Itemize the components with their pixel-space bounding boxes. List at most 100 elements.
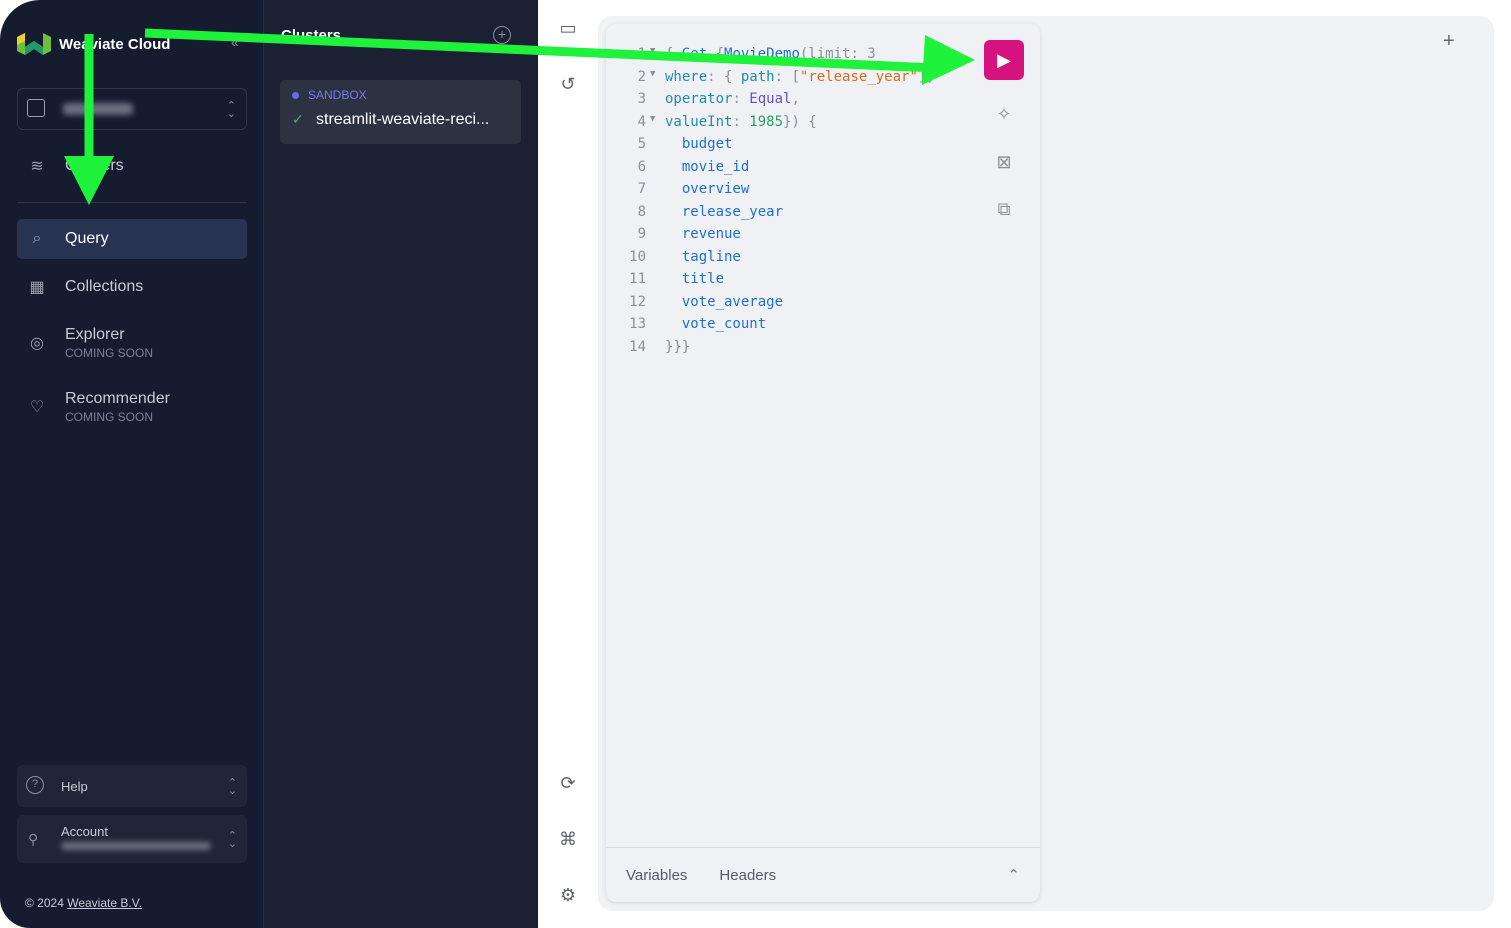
refresh-icon[interactable]: ⟳ <box>557 773 579 795</box>
query-editor[interactable]: 1 ▼{ Get {MovieDemo (limit: 3 2 ▼ where: { pa… <box>606 24 1040 902</box>
code-line: 11 title <box>606 271 935 294</box>
code-token: : { <box>707 68 741 85</box>
line-number: 3 <box>637 91 646 107</box>
code-token: revenue <box>665 226 741 242</box>
code-token: : <box>732 91 750 107</box>
merge-icon[interactable]: ⊠ <box>992 152 1016 176</box>
help-menu[interactable]: ? Help ⌃ ⌄ <box>17 765 247 807</box>
document-icon[interactable]: ▭ <box>557 18 579 40</box>
clusters-panel: Clusters + SANDBOX ✓ streamlit-weaviate-… <box>264 0 538 928</box>
divider <box>17 202 247 203</box>
fold-arrow-icon[interactable]: ▼ <box>650 46 659 69</box>
help-icon: ? <box>26 776 44 794</box>
code-token: budget <box>665 136 733 152</box>
fold-arrow-icon[interactable]: ▼ <box>650 114 659 137</box>
sidebar-item-clusters[interactable]: ≋ Clusters <box>17 146 247 186</box>
weaviate-logo-icon <box>17 33 51 55</box>
line-number: 5 <box>637 136 646 152</box>
line-number: 13 <box>629 316 646 332</box>
code-line: 13 vote_count <box>606 316 935 339</box>
code-token: vote_average <box>665 293 784 310</box>
tab-variables[interactable]: Variables <box>626 867 687 884</box>
organization-selector[interactable]: ⌃ ⌄ <box>17 88 247 130</box>
prettify-icon[interactable]: ✧ <box>992 104 1016 128</box>
code-token: path <box>740 68 775 85</box>
code-token: , <box>791 91 800 107</box>
check-icon: ✓ <box>292 111 304 127</box>
code-token: : [ <box>774 68 800 85</box>
footer: © 2024 Weaviate B.V. <box>25 896 142 910</box>
code-token: Get <box>681 46 716 62</box>
query-scan-icon: ⌕ <box>32 230 42 247</box>
table-icon: ▦ <box>29 279 45 296</box>
line-number: 11 <box>629 271 646 287</box>
code-line: 12 vote_average <box>606 294 935 317</box>
line-number: 14 <box>629 338 646 355</box>
line-number: 7 <box>637 181 646 197</box>
cluster-tier: SANDBOX <box>308 88 367 102</box>
lightbulb-icon: ♡ <box>29 399 45 416</box>
command-icon[interactable]: ⌘ <box>557 829 579 851</box>
server-icon <box>27 99 45 117</box>
code-token: }) { <box>783 113 817 130</box>
fold-arrow-icon[interactable]: ▼ <box>650 69 659 92</box>
code-line: 2 ▼ where: { path: ["release_year"], <box>606 69 935 92</box>
code-line: 14}}} <box>606 339 935 362</box>
sidebar-item-explorer[interactable]: ◎ Explorer COMING SOON <box>17 322 247 364</box>
code-line: 1 ▼{ Get {MovieDemo (limit: 3 <box>606 46 935 69</box>
add-cluster-icon[interactable]: + <box>493 26 511 44</box>
line-number: 2 <box>637 68 646 85</box>
history-icon[interactable]: ↺ <box>557 74 579 96</box>
code-token: movie_id <box>665 158 750 175</box>
cluster-card[interactable]: SANDBOX ✓ streamlit-weaviate-reci... <box>280 80 521 144</box>
code-token: (limit: 3 <box>799 46 876 62</box>
code-token: release_year <box>665 203 784 220</box>
tab-headers[interactable]: Headers <box>719 867 776 884</box>
code-token: }}} <box>665 338 691 355</box>
code-line: 9 revenue <box>606 226 935 249</box>
line-number: 1 <box>637 46 646 62</box>
code-token: tagline <box>665 248 741 265</box>
editor-tabs: Variables Headers ⌃ <box>606 847 1040 902</box>
code-line: 4 ▼ valueInt: 1985}) { <box>606 114 935 137</box>
clusters-title: Clusters <box>281 27 342 44</box>
line-number: 12 <box>629 293 646 310</box>
chevron-updown-icon: ⌃ ⌄ <box>226 100 236 120</box>
chevron-updown-icon: ⌃ ⌄ <box>227 777 237 797</box>
cluster-name: streamlit-weaviate-reci... <box>316 111 490 128</box>
line-number: 9 <box>637 226 646 242</box>
code-line: 8 release_year <box>606 204 935 227</box>
settings-icon[interactable]: ⚙ <box>557 885 579 907</box>
code-line: 10 tagline <box>606 249 935 272</box>
brand[interactable]: Weaviate Cloud <box>17 33 170 55</box>
code-line: 5 budget <box>606 136 935 159</box>
code-token: overview <box>665 181 750 197</box>
query-toolbar: ▭ ↺ ⟳ ⌘ ⚙ <box>538 0 598 928</box>
code-token: { <box>715 46 725 62</box>
new-tab-icon[interactable]: + <box>1443 30 1455 53</box>
sidebar-item-recommender[interactable]: ♡ Recommender COMING SOON <box>17 386 247 428</box>
code-token: : <box>732 113 750 130</box>
account-menu[interactable]: ⚲ Account ⌃ ⌄ <box>17 815 247 863</box>
run-query-button[interactable]: ▶ <box>984 40 1024 80</box>
copy-icon[interactable]: ⧉ <box>992 199 1016 223</box>
code-token: vote_count <box>665 316 767 332</box>
code-line: 6 movie_id <box>606 159 935 182</box>
code-area[interactable]: 1 ▼{ Get {MovieDemo (limit: 3 2 ▼ where: { pa… <box>606 46 935 361</box>
sidebar-item-query[interactable]: ⌕ Query <box>17 219 247 259</box>
collapse-sidebar-icon[interactable]: « <box>231 34 239 50</box>
chevron-up-icon[interactable]: ⌃ <box>1007 866 1020 884</box>
sidebar-item-collections[interactable]: ▦ Collections <box>17 267 247 307</box>
line-number: 10 <box>629 248 646 265</box>
company-link[interactable]: Weaviate B.V. <box>67 896 142 910</box>
code-token: where <box>665 68 708 85</box>
